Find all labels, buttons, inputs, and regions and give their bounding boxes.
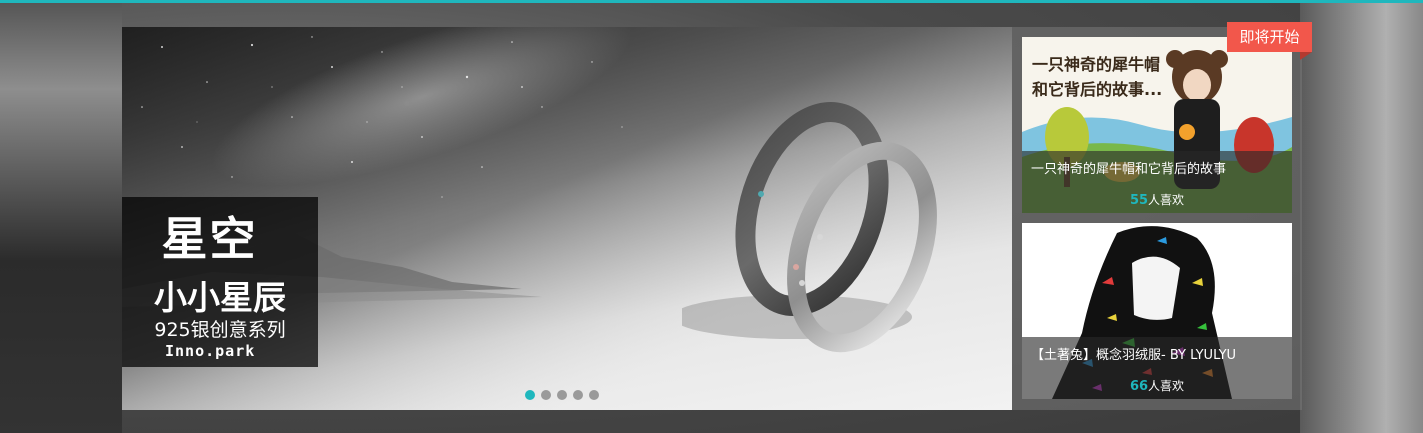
carousel-dot[interactable] (573, 390, 583, 400)
hero-subtitle: 小小星辰 (154, 278, 286, 317)
card-title[interactable]: 一只神奇的犀牛帽和它背后的故事 (1031, 158, 1226, 177)
card-caption: 一只神奇的犀牛帽和它背后的故事 55人喜欢 (1022, 151, 1292, 213)
hero-title: 星空 (161, 212, 258, 266)
hero-caption: 星空 小小星辰 925银创意系列 Inno.park (122, 197, 318, 367)
carousel-dot[interactable] (557, 390, 567, 400)
likes-label: 人喜欢 (1148, 379, 1185, 393)
likes-count: 66 (1129, 379, 1149, 394)
card-title[interactable]: 【土著兔】概念羽绒服- BY LYULYU (1031, 344, 1236, 363)
carousel-dot[interactable] (589, 390, 599, 400)
background-left (0, 3, 122, 433)
coming-soon-badge: 即将开始 (1227, 22, 1312, 52)
background-right (1300, 3, 1423, 433)
carousel-pagination (525, 390, 599, 402)
card-likes: 55人喜欢 (1022, 191, 1292, 208)
carousel-dot[interactable] (525, 390, 535, 400)
card-caption: 【土著兔】概念羽绒服- BY LYULYU 66人喜欢 (1022, 337, 1292, 399)
silver-rings-image (682, 101, 937, 353)
hero-slider[interactable]: 星空 小小星辰 925银创意系列 Inno.park (122, 27, 1012, 410)
rhino-art-line1: 一只神奇的犀牛帽 (1032, 55, 1160, 74)
badge-ribbon-fold (1300, 52, 1312, 60)
featured-card-down-jacket[interactable]: 【土著兔】概念羽绒服- BY LYULYU 66人喜欢 (1022, 223, 1292, 399)
top-accent-bar (0, 0, 1423, 3)
hero-brand: Inno.park (165, 342, 256, 360)
rhino-art-line2: 和它背后的故事... (1032, 80, 1162, 99)
carousel-dot[interactable] (541, 390, 551, 400)
card-likes: 66人喜欢 (1022, 377, 1292, 394)
hero-series: 925银创意系列 (154, 319, 286, 341)
featured-card-rhino-hat[interactable]: 一只神奇的犀牛帽 和它背后的故事... 一只神奇的犀牛帽和它背后的故事 55人喜… (1022, 37, 1292, 213)
featured-panel: 一只神奇的犀牛帽 和它背后的故事... 一只神奇的犀牛帽和它背后的故事 55人喜… (1012, 27, 1302, 410)
likes-label: 人喜欢 (1148, 193, 1185, 207)
likes-count: 55 (1129, 193, 1149, 208)
